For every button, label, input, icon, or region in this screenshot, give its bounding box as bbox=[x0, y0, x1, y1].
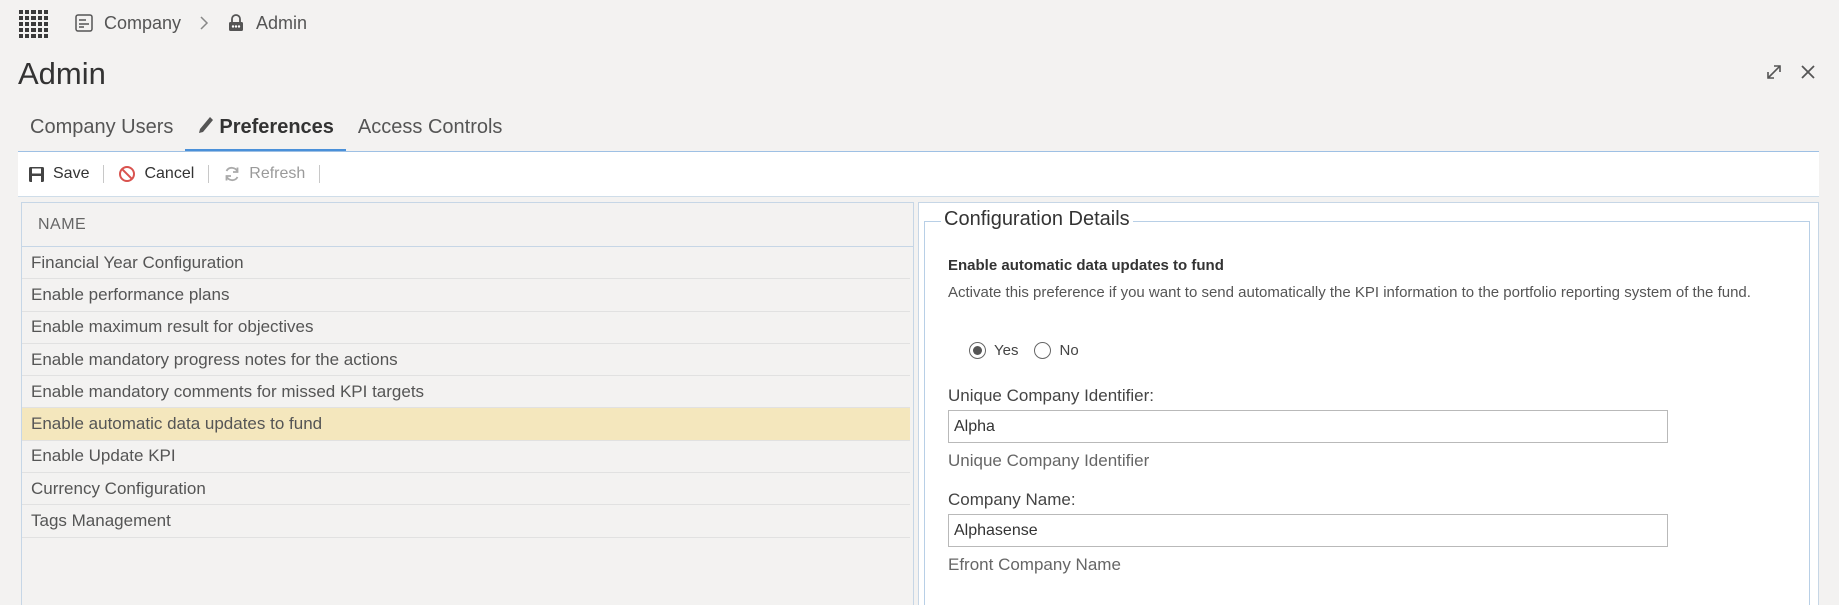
toolbar-divider bbox=[319, 165, 321, 183]
toolbar-divider bbox=[208, 165, 210, 183]
company-name-input[interactable] bbox=[948, 514, 1668, 547]
list-item-selected[interactable]: Enable automatic data updates to fund bbox=[22, 408, 910, 441]
page-title: Admin bbox=[18, 56, 106, 91]
breadcrumb-company[interactable]: Company bbox=[74, 0, 181, 46]
configuration-panel: Configuration Details Enable automatic d… bbox=[918, 202, 1819, 605]
list-header-name[interactable]: NAME bbox=[22, 203, 913, 247]
list-item[interactable]: Currency Configuration bbox=[22, 473, 910, 506]
configuration-legend: Configuration Details bbox=[941, 208, 1133, 231]
company-name-label: Company Name: bbox=[948, 490, 1076, 509]
breadcrumb-company-label: Company bbox=[104, 12, 182, 33]
list-item[interactable]: Financial Year Configuration bbox=[22, 247, 910, 280]
radio-no-label: No bbox=[1059, 342, 1079, 359]
radio-no[interactable]: No bbox=[1034, 342, 1079, 359]
list-item[interactable]: Enable performance plans bbox=[22, 279, 910, 312]
enable-radio-group: Yes No bbox=[969, 342, 1095, 359]
radio-no-indicator[interactable] bbox=[1034, 342, 1052, 359]
toolbar-divider bbox=[103, 165, 105, 183]
expand-icon[interactable] bbox=[1764, 62, 1784, 82]
breadcrumb-admin: Admin bbox=[226, 0, 307, 46]
close-icon[interactable] bbox=[1798, 62, 1818, 82]
chevron-right-icon bbox=[200, 16, 209, 30]
cancel-label: Cancel bbox=[144, 165, 195, 182]
configuration-fieldset: Configuration Details Enable automatic d… bbox=[924, 208, 1810, 605]
refresh-button[interactable]: Refresh bbox=[223, 165, 319, 183]
cancel-icon bbox=[119, 166, 136, 182]
window-controls bbox=[1764, 62, 1818, 82]
list-item[interactable]: Enable maximum result for objectives bbox=[22, 312, 910, 344]
tab-bar: Company Users Preferences Access Control… bbox=[18, 110, 514, 152]
list-item[interactable]: Enable mandatory progress notes for the … bbox=[22, 344, 910, 377]
company-name-hint: Efront Company Name bbox=[948, 555, 1121, 574]
refresh-icon bbox=[225, 166, 239, 182]
toolbar: Save Cancel Refresh bbox=[18, 152, 1819, 197]
breadcrumb-admin-label: Admin bbox=[256, 12, 308, 33]
company-icon bbox=[75, 14, 93, 32]
preferences-list: NAME Financial Year Configuration Enable… bbox=[21, 202, 914, 605]
cancel-button[interactable]: Cancel bbox=[118, 165, 208, 183]
tab-access-controls[interactable]: Access Controls bbox=[346, 110, 515, 152]
apps-grid-icon[interactable] bbox=[19, 10, 48, 38]
preference-description: Activate this preference if you want to … bbox=[948, 284, 1751, 301]
save-button[interactable]: Save bbox=[28, 165, 103, 183]
list-item[interactable]: Enable mandatory comments for missed KPI… bbox=[22, 376, 910, 409]
list-item[interactable]: Tags Management bbox=[22, 505, 910, 538]
pencil-icon bbox=[199, 117, 214, 133]
save-label: Save bbox=[53, 165, 90, 182]
radio-yes[interactable]: Yes bbox=[969, 342, 1018, 359]
radio-yes-indicator[interactable] bbox=[969, 342, 986, 359]
refresh-label: Refresh bbox=[249, 165, 306, 182]
list-item[interactable]: Enable Update KPI bbox=[22, 441, 910, 474]
lock-icon bbox=[229, 14, 243, 31]
tab-label: Access Controls bbox=[357, 116, 503, 138]
radio-yes-label: Yes bbox=[994, 342, 1019, 359]
company-identifier-input[interactable] bbox=[948, 410, 1668, 443]
company-identifier-hint: Unique Company Identifier bbox=[948, 451, 1150, 470]
preference-title: Enable automatic data updates to fund bbox=[948, 257, 1224, 274]
save-icon bbox=[29, 166, 44, 182]
company-identifier-label: Unique Company Identifier: bbox=[948, 386, 1155, 405]
tab-company-users[interactable]: Company Users bbox=[18, 110, 185, 152]
tab-label: Company Users bbox=[30, 116, 174, 138]
tab-label: Preferences bbox=[219, 116, 334, 138]
column-header: NAME bbox=[38, 215, 87, 233]
tab-preferences[interactable]: Preferences bbox=[185, 110, 346, 152]
